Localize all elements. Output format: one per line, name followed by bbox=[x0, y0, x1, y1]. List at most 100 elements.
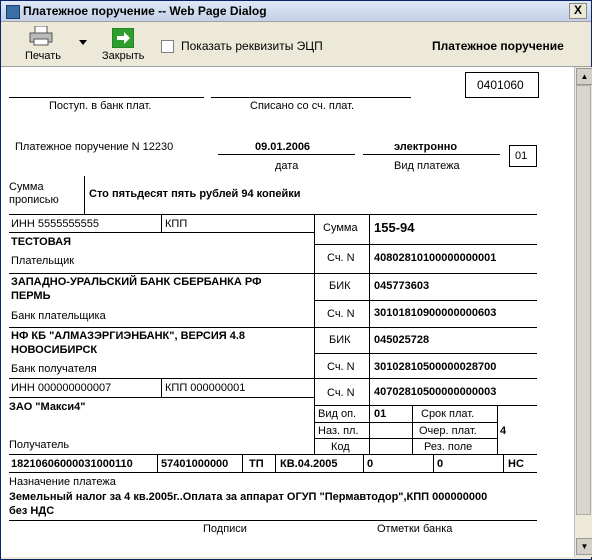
purpose-label: Назначение платежа bbox=[9, 476, 116, 488]
payee-kpp: КПП 000000001 bbox=[165, 382, 246, 394]
grid-line bbox=[497, 405, 498, 454]
grid-line bbox=[314, 244, 537, 245]
title-bar: Платежное поручение -- Web Page Dialog X bbox=[1, 1, 591, 22]
grid-line bbox=[9, 397, 314, 398]
payee-acc: 40702810500000000003 bbox=[374, 386, 497, 398]
grid-line bbox=[157, 454, 158, 472]
received-line bbox=[9, 97, 204, 98]
grid-line bbox=[9, 327, 537, 328]
sum-label: Сумма bbox=[323, 222, 358, 234]
payer-name: ТЕСТОВАЯ bbox=[11, 236, 71, 248]
show-ecp-label[interactable]: Показать реквизиты ЭЦП bbox=[181, 39, 323, 53]
chevron-down-icon[interactable] bbox=[79, 40, 87, 46]
close-button[interactable]: Закрыть bbox=[99, 24, 149, 64]
print-label: Печать bbox=[25, 50, 62, 62]
payee-bank-label: Банк получателя bbox=[11, 363, 97, 375]
grid-line bbox=[242, 454, 243, 472]
grid-line bbox=[161, 214, 162, 232]
pay-type-value: электронно bbox=[394, 141, 458, 153]
document-area: 0401060 Поступ. в банк плат. Списано со … bbox=[1, 67, 574, 557]
payee-bank-2: НОВОСИБИРСК bbox=[11, 344, 98, 356]
payer-inn: ИНН 5555555555 bbox=[11, 218, 100, 230]
scroll-down-button[interactable]: ▼ bbox=[576, 538, 592, 555]
print-button[interactable]: Печать bbox=[21, 24, 81, 64]
grid-line bbox=[314, 353, 537, 354]
code-label: Код bbox=[331, 441, 350, 453]
arrow-right-icon bbox=[112, 28, 134, 48]
scroll-up-button[interactable]: ▲ bbox=[576, 68, 592, 85]
grid-line bbox=[9, 273, 537, 274]
grid-line bbox=[314, 405, 537, 406]
payee-bank-1: НФ КБ "АЛМАЗЭРГИЭНБАНК", ВЕРСИЯ 4.8 bbox=[11, 330, 246, 342]
period-value: КВ.04.2005 bbox=[280, 458, 338, 470]
basis-value: ТП bbox=[249, 458, 264, 470]
signatures-label: Подписи bbox=[203, 523, 247, 535]
date-label: дата bbox=[275, 160, 299, 172]
grid-line bbox=[433, 454, 434, 472]
payer-label: Плательщик bbox=[11, 255, 75, 267]
show-ecp-checkbox[interactable] bbox=[161, 40, 174, 53]
grid-line bbox=[314, 214, 315, 454]
vertical-scrollbar[interactable]: ▲ ▼ bbox=[574, 67, 592, 557]
close-label: Закрыть bbox=[102, 50, 145, 62]
grid-line bbox=[503, 454, 504, 472]
grid-line bbox=[9, 520, 537, 521]
payee-bik: 045025728 bbox=[374, 334, 430, 346]
grid-line bbox=[412, 405, 413, 454]
app-icon bbox=[6, 5, 20, 19]
date-value: 09.01.2006 bbox=[255, 141, 311, 153]
date-line bbox=[218, 154, 355, 155]
payer-corr-label: Сч. N bbox=[327, 308, 355, 320]
doc-num-value: 0 bbox=[367, 458, 374, 470]
payer-acc-label: Сч. N bbox=[327, 252, 355, 264]
op-type-value: 01 bbox=[374, 408, 387, 420]
payee-corr-label: Сч. N bbox=[327, 361, 355, 373]
sum-value: 155-94 bbox=[374, 220, 415, 235]
grid-line bbox=[314, 422, 497, 423]
grid-line bbox=[9, 232, 314, 233]
priority-label: Очер. плат. bbox=[419, 425, 477, 437]
grid-line bbox=[9, 454, 537, 455]
grid-line bbox=[363, 454, 364, 472]
purpose-line-1: Земельный налог за 4 кв.2005г..Оплата за… bbox=[9, 491, 488, 503]
payee-bik-label: БИК bbox=[329, 334, 351, 346]
grid-line bbox=[9, 472, 537, 473]
payer-acc: 40802810100000000001 bbox=[374, 252, 497, 264]
payer-bank-2: ПЕРМЬ bbox=[11, 290, 51, 302]
pay-type-label: Вид платежа bbox=[394, 160, 460, 172]
sum-words-divider bbox=[84, 176, 85, 214]
payer-bik: 045773603 bbox=[374, 280, 430, 292]
payer-bank-label: Банк плательщика bbox=[11, 310, 106, 322]
dialog-window: Платежное поручение -- Web Page Dialog X… bbox=[0, 0, 592, 560]
payer-corr: 30101810900000000603 bbox=[374, 307, 497, 319]
debited-line bbox=[211, 97, 411, 98]
close-window-button[interactable]: X bbox=[569, 3, 587, 19]
grid-line bbox=[9, 378, 537, 379]
status-value: 01 bbox=[515, 150, 528, 162]
printer-icon bbox=[29, 26, 53, 46]
grid-line bbox=[314, 438, 497, 439]
grid-line bbox=[275, 454, 276, 472]
priority-value: 4 bbox=[500, 425, 507, 437]
grid-line bbox=[369, 214, 370, 454]
payee-inn: ИНН 000000000007 bbox=[11, 382, 112, 394]
payee-name: ЗАО "Макси4" bbox=[9, 401, 86, 413]
op-type-label: Вид оп. bbox=[318, 408, 357, 420]
payee-corr: 30102810500000028700 bbox=[374, 361, 497, 373]
grid-line bbox=[314, 300, 537, 301]
grid-line bbox=[9, 214, 537, 215]
sum-words-label-2: прописью bbox=[9, 194, 59, 206]
reserve-label: Рез. поле bbox=[424, 441, 473, 453]
purpose-code-label: Наз. пл. bbox=[318, 425, 359, 437]
doc-date-value: 0 bbox=[437, 458, 444, 470]
pay-type-line bbox=[363, 154, 500, 155]
payer-bank-1: ЗАПАДНО-УРАЛЬСКИЙ БАНК СБЕРБАНКА РФ bbox=[11, 276, 262, 288]
scroll-thumb[interactable] bbox=[576, 85, 591, 515]
payer-kpp: КПП bbox=[165, 218, 188, 230]
term-label: Срок плат. bbox=[421, 408, 475, 420]
payer-bik-label: БИК bbox=[329, 280, 351, 292]
window-title: Платежное поручение -- Web Page Dialog bbox=[23, 4, 267, 18]
toolbar: Печать Закрыть Показать реквизиты ЭЦП Пл… bbox=[1, 22, 591, 67]
received-label: Поступ. в банк плат. bbox=[49, 100, 152, 112]
grid-line bbox=[161, 378, 162, 397]
